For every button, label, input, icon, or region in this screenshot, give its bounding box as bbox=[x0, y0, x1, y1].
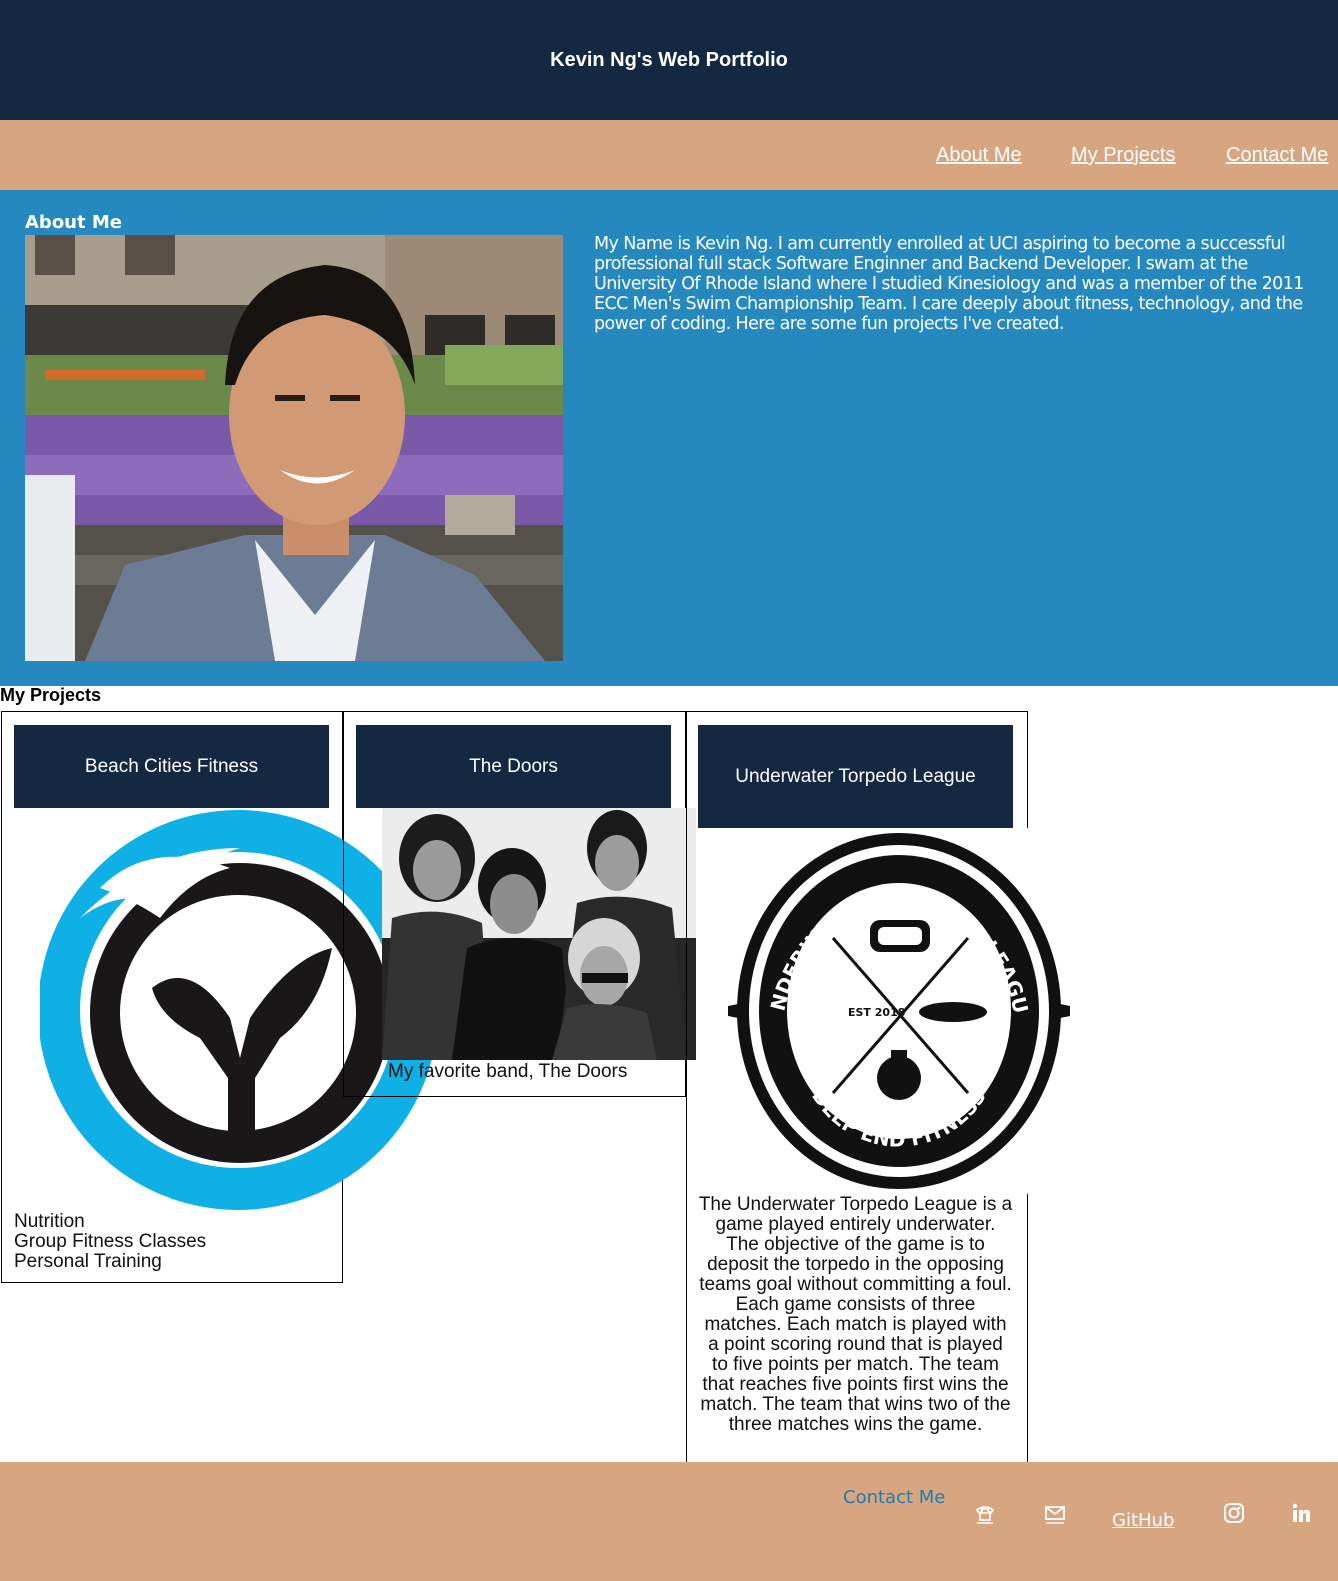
phone-icon[interactable] bbox=[974, 1502, 996, 1524]
project-card-service: Group Fitness Classes bbox=[14, 1231, 207, 1252]
svg-text:EST 2018: EST 2018 bbox=[848, 1006, 905, 1019]
footer: Contact Me GitHub bbox=[0, 1462, 1338, 1581]
page-title: Kevin Ng's Web Portfolio bbox=[550, 48, 788, 71]
project-card-service: Nutrition bbox=[14, 1211, 85, 1232]
underwater-torpedo-league-logo[interactable]: EST 2018 UNDERWATER TORPEDO LEAGUE DEEP … bbox=[698, 828, 1100, 1194]
project-card-description: The Underwater Torpedo League is a game … bbox=[698, 1194, 1013, 1435]
footer-contact-heading: Contact Me bbox=[843, 1487, 946, 1508]
github-link[interactable]: GitHub bbox=[1112, 1510, 1174, 1531]
projects-heading: My Projects bbox=[0, 685, 102, 705]
nav-my-projects-link[interactable]: My Projects bbox=[1071, 144, 1175, 167]
project-card-title[interactable]: Underwater Torpedo League bbox=[698, 725, 1013, 828]
instagram-icon[interactable] bbox=[1223, 1502, 1245, 1524]
linkedin-icon[interactable] bbox=[1290, 1502, 1312, 1524]
project-card-title[interactable]: Beach Cities Fitness bbox=[14, 725, 329, 808]
mail-icon[interactable] bbox=[1044, 1502, 1066, 1524]
about-section: About Me My Name is Kevin Ng. I am curre… bbox=[0, 190, 1338, 686]
about-heading: About Me bbox=[25, 212, 122, 233]
profile-photo bbox=[25, 235, 563, 661]
project-card-service: Personal Training bbox=[14, 1251, 162, 1272]
nav-about-me-link[interactable]: About Me bbox=[936, 144, 1022, 167]
about-bio: My Name is Kevin Ng. I am currently enro… bbox=[594, 234, 1304, 334]
top-nav: About Me My Projects Contact Me bbox=[0, 120, 1338, 190]
the-doors-band-photo[interactable] bbox=[382, 808, 696, 1060]
nav-contact-me-link[interactable]: Contact Me bbox=[1226, 144, 1328, 167]
project-card-title[interactable]: The Doors bbox=[356, 725, 671, 808]
project-card-caption: My favorite band, The Doors bbox=[388, 1061, 628, 1082]
site-header: Kevin Ng's Web Portfolio bbox=[0, 0, 1338, 120]
